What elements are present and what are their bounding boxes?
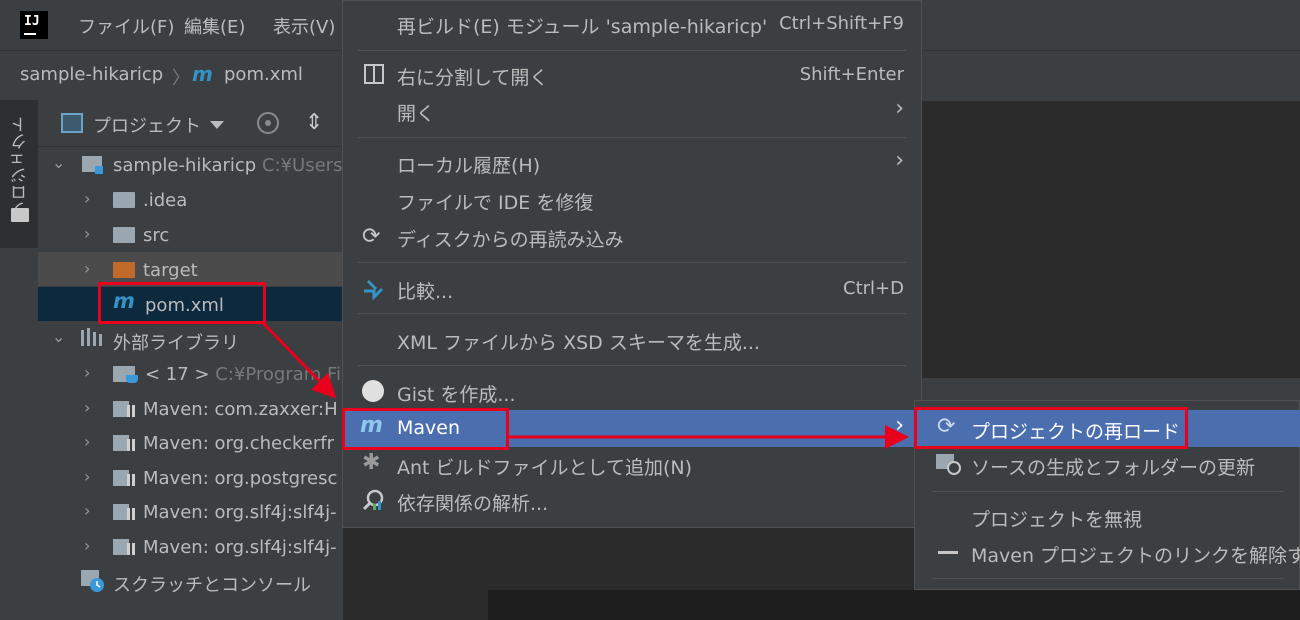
folder-icon — [11, 208, 29, 222]
menu-item-split-right[interactable]: 右に分割して開く — [397, 63, 548, 90]
excluded-folder-icon — [113, 262, 135, 278]
breadcrumb-file[interactable]: pom.xml — [224, 64, 303, 85]
menu-separator — [358, 365, 906, 366]
compare-icon — [364, 279, 384, 301]
submenu-item-unlink-project[interactable]: Maven プロジェクトのリンクを解除する — [971, 541, 1300, 568]
menu-file[interactable]: ファイル(F) — [78, 13, 174, 39]
shortcut-split-right: Shift+Enter — [799, 64, 904, 85]
shortcut-rebuild: Ctrl+Shift+F9 — [779, 13, 904, 34]
tree-item-target[interactable]: target — [143, 260, 198, 281]
library-jar-icon — [113, 435, 135, 451]
library-icon — [81, 328, 102, 346]
tree-item-external-libraries[interactable]: 外部ライブラリ — [113, 329, 239, 355]
submenu-arrow-icon: › — [895, 413, 904, 438]
status-area — [488, 590, 1300, 620]
dependency-analysis-icon — [362, 489, 384, 511]
intellij-logo: IJ — [20, 11, 48, 39]
submenu-item-generate-sources[interactable]: ソースの生成とフォルダーの更新 — [971, 453, 1255, 480]
jdk-cup-badge — [126, 375, 138, 383]
menu-item-add-ant[interactable]: Ant ビルドファイルとして追加(N) — [397, 453, 692, 480]
menu-item-local-history[interactable]: ローカル履歴(H) — [397, 151, 540, 178]
library-jar-icon — [113, 401, 135, 417]
menu-view[interactable]: 表示(V) — [273, 13, 341, 39]
project-panel-title[interactable]: プロジェクト — [93, 112, 201, 138]
folder-icon — [113, 227, 135, 243]
project-tool-tab-label: プロジェクト — [11, 116, 31, 218]
maven-icon: m — [192, 62, 213, 86]
tree-item-idea[interactable]: .idea — [143, 190, 187, 211]
chevron-right-icon[interactable]: › — [84, 189, 90, 208]
menu-item-rebuild[interactable]: 再ビルド(E) モジュール 'sample-hikaricp' — [397, 12, 767, 39]
menu-item-open[interactable]: 開く — [397, 99, 435, 126]
menu-separator — [358, 137, 906, 138]
tree-item-src[interactable]: src — [143, 225, 169, 246]
shortcut-compare: Ctrl+D — [843, 278, 904, 299]
reload-icon: ⟳ — [362, 224, 381, 249]
tree-item-maven-lib[interactable]: Maven: org.checkerfr — [143, 433, 343, 454]
scratches-icon — [81, 570, 104, 592]
menu-item-analyze-dependencies[interactable]: 依存関係の解析... — [397, 489, 548, 516]
chevron-right-icon[interactable]: › — [84, 224, 90, 243]
project-view-icon — [61, 113, 83, 133]
tree-item-jdk[interactable]: < 17 > C:¥Program Fi — [145, 364, 343, 385]
module-badge — [95, 166, 103, 174]
tree-item-project[interactable]: sample-hikaricp C:¥Users — [113, 155, 343, 176]
split-right-icon — [364, 64, 384, 84]
github-icon — [362, 380, 384, 402]
menu-separator — [358, 313, 906, 314]
annotation-box-maven — [342, 408, 509, 450]
crosshair-dot — [265, 120, 271, 126]
unlink-icon — [938, 551, 958, 554]
annotation-box-reload — [914, 407, 1188, 449]
library-jar-icon — [113, 504, 135, 520]
generate-sources-icon — [936, 454, 961, 475]
tree-item-maven-lib[interactable]: Maven: org.postgresc — [143, 468, 343, 489]
menu-separator — [358, 50, 906, 51]
chevron-right-icon[interactable]: › — [84, 398, 90, 417]
chevron-right-icon[interactable]: › — [84, 536, 90, 555]
menu-item-repair-ide[interactable]: ファイルで IDE を修復 — [397, 188, 593, 215]
folder-icon — [113, 192, 135, 208]
tree-item-maven-lib[interactable]: Maven: com.zaxxer:H — [143, 399, 343, 420]
chevron-right-icon[interactable]: › — [84, 467, 90, 486]
menu-separator — [358, 262, 906, 263]
library-jar-icon — [113, 470, 135, 486]
submenu-arrow-icon: › — [895, 96, 904, 121]
breadcrumb-separator: 〉 — [172, 68, 190, 89]
chevron-down-icon[interactable]: ⌄ — [52, 153, 65, 172]
chevron-right-icon[interactable]: › — [84, 259, 90, 278]
menu-item-reload-from-disk[interactable]: ディスクからの再読み込み — [397, 225, 624, 252]
chevron-right-icon[interactable]: › — [84, 501, 90, 520]
dropdown-arrow-icon[interactable] — [210, 121, 224, 129]
menu-item-create-gist[interactable]: Gist を作成... — [397, 380, 516, 407]
submenu-arrow-icon: › — [895, 148, 904, 173]
chevron-down-icon[interactable]: ⌄ — [52, 327, 65, 346]
tree-item-scratches[interactable]: スクラッチとコンソール — [113, 571, 311, 597]
tree-item-maven-lib[interactable]: Maven: org.slf4j:slf4j- — [143, 502, 343, 523]
collapse-all-icon[interactable]: ⇕ — [305, 112, 323, 134]
tree-item-maven-lib[interactable]: Maven: org.slf4j:slf4j- — [143, 537, 343, 558]
menu-separator — [932, 578, 1284, 579]
submenu-item-ignore-project[interactable]: プロジェクトを無視 — [971, 505, 1142, 532]
menu-edit[interactable]: 編集(E) — [184, 13, 245, 39]
chevron-right-icon[interactable]: › — [84, 363, 90, 382]
chevron-right-icon[interactable]: › — [84, 432, 90, 451]
annotation-box-pom — [98, 282, 266, 324]
menu-item-compare[interactable]: 比較... — [397, 277, 453, 304]
menu-separator — [932, 491, 1284, 492]
menu-item-generate-xsd[interactable]: XML ファイルから XSD スキーマを生成... — [397, 328, 760, 355]
library-jar-icon — [113, 539, 135, 555]
ant-icon: ✱ — [362, 450, 381, 475]
breadcrumb-project[interactable]: sample-hikaricp — [20, 64, 163, 85]
